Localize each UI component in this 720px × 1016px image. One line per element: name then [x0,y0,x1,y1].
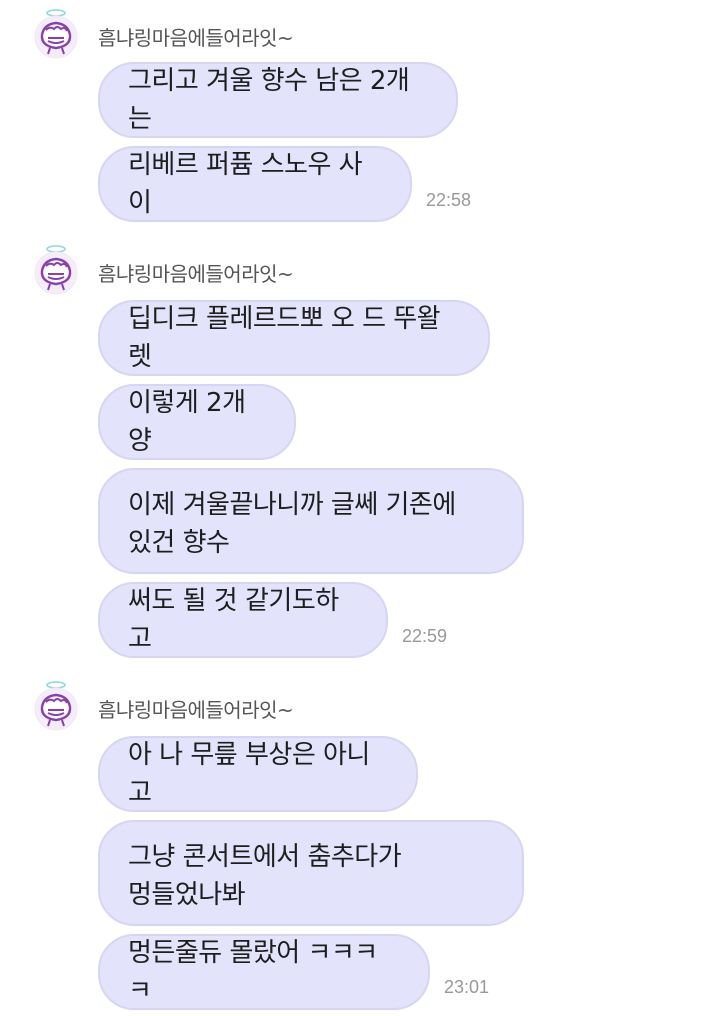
message-text: 그리고 겨울 향수 남은 2개는 [128,66,410,134]
message-bubble[interactable]: 멍든줄듀 몰랐어 ㅋㅋㅋㅋ [98,934,430,1010]
message-bubble[interactable]: 이제 겨울끝나니까 글쎄 기존에 있건 향수 [98,468,524,574]
message-timestamp: 23:01 [444,977,490,997]
message-bubble[interactable]: 그리고 겨울 향수 남은 2개는 [98,62,458,138]
message-bubble[interactable]: 리베르 퍼퓸 스노우 사이 [98,146,412,222]
message-timestamp: 22:58 [426,190,472,210]
message-text: 리베르 퍼퓸 스노우 사이 [128,150,363,218]
sender-name: 흠냐링마음에들어라잇~ [98,262,294,286]
message-text: 써도 될 것 같기도하고 [128,586,339,654]
message-text-line: 그냥 콘서트에서 춤추다가 [128,842,402,872]
message-bubble[interactable]: 그냥 콘서트에서 춤추다가 멍들었나봐 [98,820,524,926]
message-text: 아 나 무릎 부상은 아니고 [128,740,370,808]
message-text: 멍든줄듀 몰랐어 ㅋㅋㅋㅋ [128,938,378,1006]
message-bubble[interactable]: 써도 될 것 같기도하고 [98,582,388,658]
message-timestamp: 22:59 [402,626,448,646]
sender-name: 흠냐링마음에들어라잇~ [98,698,294,722]
avatar-icon[interactable] [30,8,82,60]
message-text-line: 이제 겨울끝나니까 글쎄 기존에 [128,490,456,520]
message-bubble[interactable]: 아 나 무릎 부상은 아니고 [98,736,418,812]
sender-name: 흠냐링마음에들어라잇~ [98,26,294,50]
message-text: 이렇게 2개양 [128,388,246,456]
message-bubble[interactable]: 이렇게 2개양 [98,384,296,460]
message-bubble[interactable]: 딥디크 플레르드뽀 오 드 뚜왈렛 [98,300,490,376]
avatar-icon[interactable] [30,244,82,296]
message-text: 딥디크 플레르드뽀 오 드 뚜왈렛 [128,304,441,372]
message-text-line: 멍들었나봐 [128,880,246,910]
avatar-icon[interactable] [30,680,82,732]
message-text-line: 있건 향수 [128,528,230,558]
